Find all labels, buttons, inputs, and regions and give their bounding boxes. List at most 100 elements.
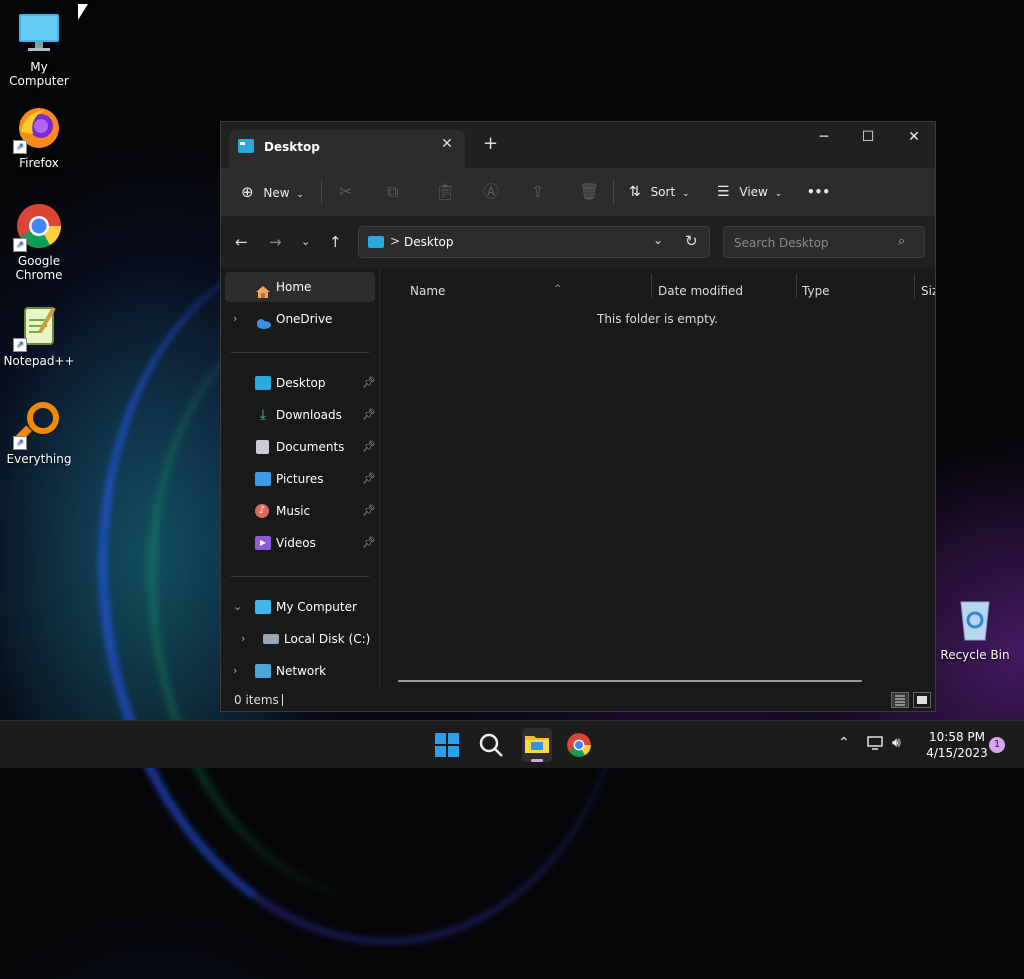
refresh-icon[interactable]: ↻ [685,232,698,250]
details-view-icon[interactable] [891,692,909,708]
column-header-name[interactable]: ^ Name [410,276,650,306]
sidebar-item-local-disk[interactable]: › Local Disk (C:) [225,624,375,654]
chevron-right-icon[interactable]: › [233,304,237,334]
status-divider [282,694,283,706]
column-divider[interactable] [796,274,797,298]
sidebar-item-onedrive[interactable]: › OneDrive [225,304,375,334]
desktop-icon-notepadpp[interactable]: ↗ Notepad++ [0,302,78,368]
search-box[interactable]: ⌕ [723,226,925,258]
desktop-icon-everything[interactable]: ↗ Everything [0,400,78,466]
desktop-folder-icon [368,236,384,248]
search-icon[interactable]: ⌕ [898,234,905,249]
forward-arrow-icon[interactable]: → [269,233,282,251]
minimize-button[interactable]: ─ [801,126,847,148]
download-arrow-icon: ⤓ [259,407,267,423]
copy-icon[interactable]: ⧉ [387,180,398,204]
column-divider[interactable] [914,274,915,298]
chevron-right-icon[interactable]: › [241,624,245,654]
address-row: ← → ⌄ ↑ > Desktop ⌄ ↻ ⌕ [221,216,935,268]
share-icon[interactable]: ⇪ [531,180,544,204]
desktop-icon-firefox[interactable]: ↗ Firefox [0,104,78,170]
horizontal-scrollbar[interactable] [398,680,862,682]
monitor-icon [15,8,63,56]
desktop-icon-my-computer[interactable]: My Computer [0,8,78,88]
sidebar-item-home[interactable]: Home [225,272,375,302]
column-header-date-modified[interactable]: Date modified [658,276,794,306]
pin-icon[interactable]: 📌︎ [362,400,376,430]
column-divider[interactable] [651,274,652,298]
chevron-right-icon[interactable]: › [233,656,237,686]
column-header-type[interactable]: Type [802,276,912,306]
back-arrow-icon[interactable]: ← [235,233,248,251]
shortcut-arrow-icon: ↗ [13,338,27,352]
desktop-icon-label: Notepad++ [3,354,75,368]
desktop-icon-recycle-bin[interactable]: Recycle Bin [936,596,1014,662]
sidebar-item-desktop[interactable]: Desktop 📌︎ [225,368,376,398]
desktop-icon-label: Firefox [19,156,59,170]
pin-icon[interactable]: 📌︎ [362,464,376,494]
sidebar-item-music[interactable]: ♪ Music 📌︎ [225,496,376,526]
shortcut-arrow-icon: ↗ [13,238,27,252]
new-tab-button[interactable]: + [483,135,498,153]
sidebar-item-my-computer[interactable]: ⌄ My Computer [225,592,375,622]
everything-search-icon: ↗ [13,400,63,450]
breadcrumb-separator: > [390,234,401,248]
file-explorer-taskbar-button[interactable] [522,728,552,762]
address-bar[interactable]: > Desktop ⌄ ↻ [358,226,710,258]
recent-locations-chevron-icon[interactable]: ⌄ [301,233,310,251]
rename-icon[interactable]: Ⓐ [483,180,499,204]
network-icon [255,664,271,678]
chevron-down-icon: ⌄ [682,189,690,199]
pin-icon[interactable]: 📌︎ [362,496,376,526]
tab-desktop[interactable]: Desktop ✕ [229,130,465,168]
close-tab-icon[interactable]: ✕ [439,136,455,152]
shortcut-arrow-icon: ↗ [13,140,27,154]
sidebar-item-pictures[interactable]: Pictures 📌︎ [225,464,376,494]
sidebar-item-downloads[interactable]: ⤓ Downloads 📌︎ [225,400,376,430]
chevron-down-icon: ⌄ [774,189,783,199]
sidebar-item-label: Music [276,504,311,518]
chevron-down-icon[interactable]: ⌄ [653,233,663,247]
clock-date: 4/15/2023 [926,746,988,760]
volume-icon[interactable]: 🔊︎ [892,735,901,751]
sidebar-item-network[interactable]: › Network [225,656,375,686]
toolbar-divider [613,180,614,204]
sidebar-item-label: Pictures [276,472,324,486]
maximize-button[interactable]: ☐ [845,126,891,148]
new-button[interactable]: ⊕ New ⌄ [241,180,304,204]
sidebar-item-documents[interactable]: Documents 📌︎ [225,432,376,462]
search-input[interactable] [732,233,896,253]
title-bar: Desktop ✕ + ─ ☐ ✕ [221,122,935,168]
pin-icon[interactable]: 📌︎ [362,432,376,462]
chrome-icon[interactable] [566,732,592,758]
up-arrow-icon[interactable]: ↑ [329,233,342,251]
cut-icon[interactable]: ✂ [339,180,352,204]
start-windows-icon[interactable] [434,732,460,758]
paste-icon[interactable]: 📋︎ [435,180,455,204]
breadcrumb-desktop[interactable]: Desktop [404,235,454,249]
pin-icon[interactable]: 📌︎ [362,528,376,558]
chevron-up-icon[interactable]: ⌃ [838,735,850,751]
notification-badge[interactable]: 1 [989,737,1005,753]
plus-circle-icon: ⊕ [241,183,254,201]
delete-icon[interactable]: 🗑︎ [579,180,599,204]
view-button[interactable]: ☰ View ⌄ [717,180,782,204]
more-options-button[interactable]: ••• [807,180,830,204]
tiles-view-icon[interactable] [913,692,931,708]
chevron-down-icon[interactable]: ⌄ [233,592,242,622]
close-button[interactable]: ✕ [891,126,937,148]
navigation-pane: Home › OneDrive Desktop 📌︎ ⤓ Downloads 📌… [221,268,380,690]
search-icon[interactable] [478,732,504,758]
sidebar-divider [231,352,369,353]
command-bar: ⊕ New ⌄ ✂ ⧉ 📋︎ Ⓐ ⇪ 🗑︎ ⇅ Sort ⌄ ☰ View ⌄ … [221,168,935,217]
pin-icon[interactable]: 📌︎ [362,368,376,398]
network-status-icon[interactable] [866,735,884,755]
desktop-icon-chrome[interactable]: ↗ Google Chrome [0,202,78,282]
sort-button[interactable]: ⇅ Sort ⌄ [629,180,690,204]
column-header-label: Name [410,284,446,298]
new-label: New [263,186,290,200]
column-header-size[interactable]: Siz [921,276,935,306]
sidebar-item-label: Downloads [276,408,342,422]
sidebar-item-videos[interactable]: ▶ Videos 📌︎ [225,528,376,558]
clock[interactable]: 10:58 PM 4/15/2023 [920,729,994,761]
